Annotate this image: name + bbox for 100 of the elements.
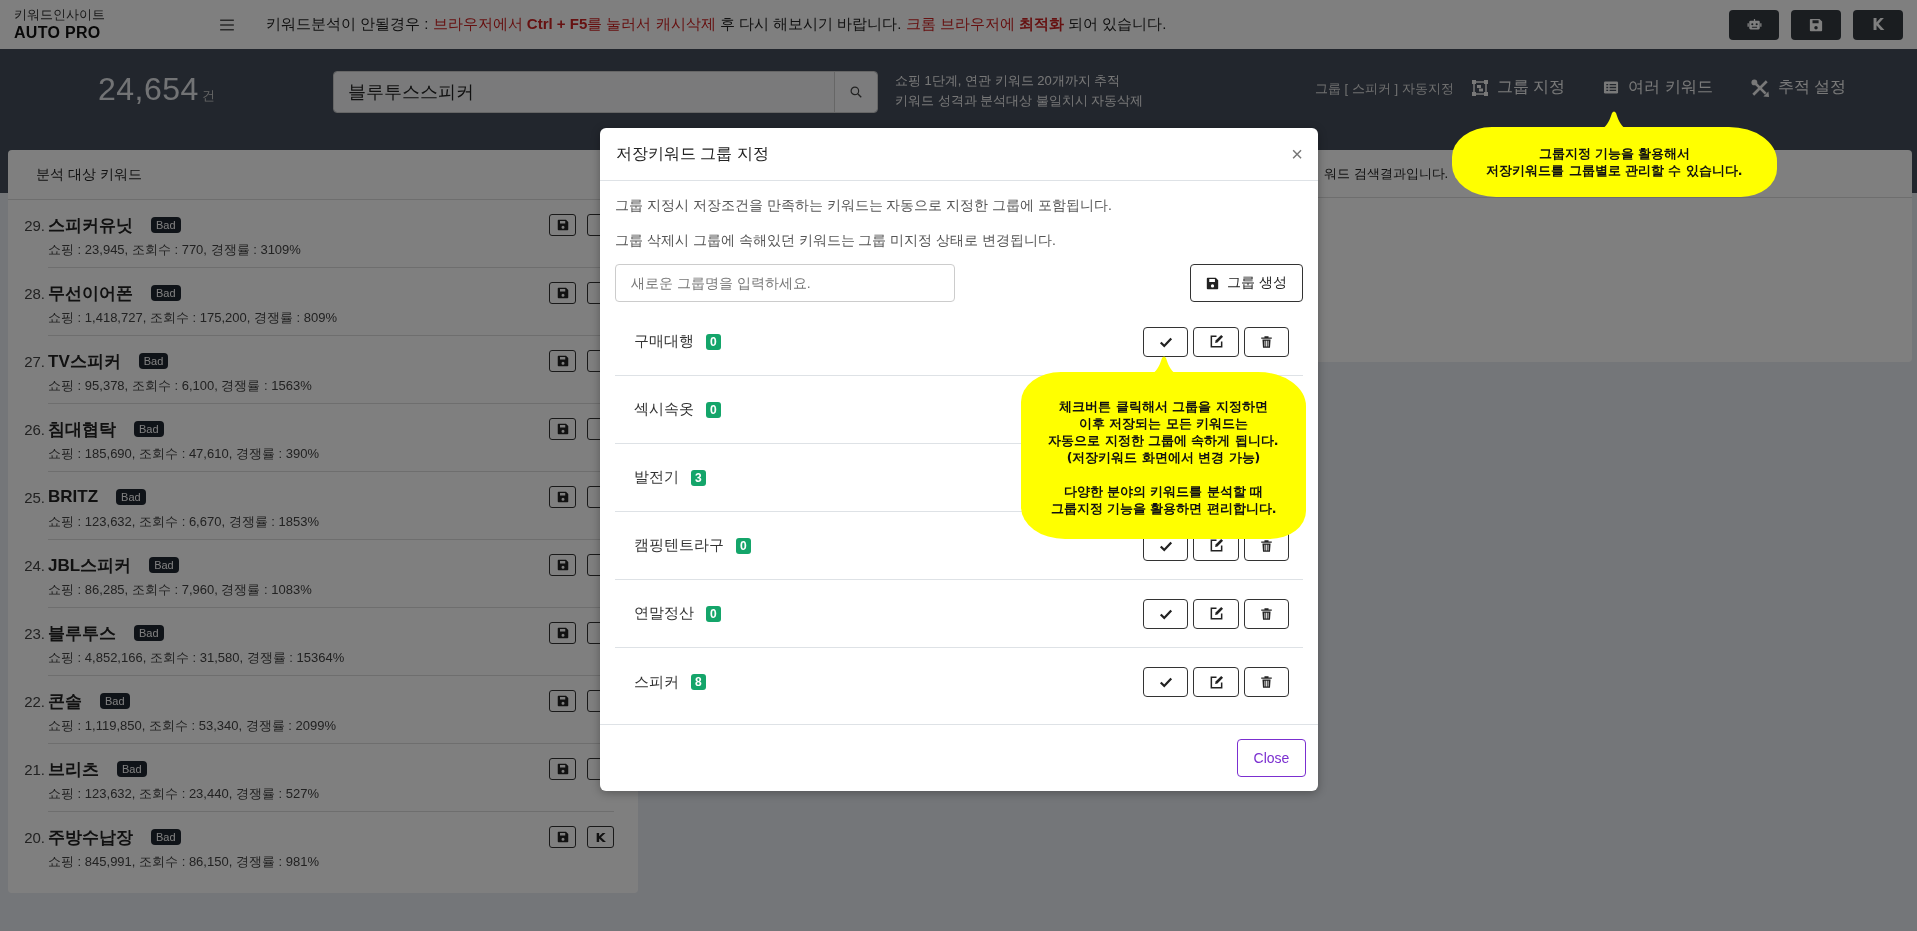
keyword-name[interactable]: 스피커유닛 [48,213,133,237]
keyword-name[interactable]: JBL스피커 [48,553,132,577]
keyword-name[interactable]: 무선이어폰 [48,281,133,305]
save-button[interactable] [549,282,576,304]
group-name: 연말정산 [634,604,694,623]
save-button[interactable] [549,758,576,780]
save-button[interactable] [549,622,576,644]
trash-icon [1260,334,1273,349]
trash-icon [1260,606,1273,621]
edit-icon [1208,538,1224,553]
keyword-name[interactable]: BRITZ [48,487,99,507]
keyword-stats: 쇼핑 : 123,632, 조회수 : 6,670, 경쟁률 : 1853% [48,513,320,531]
status-badge: Bad [151,285,181,301]
keyword-name[interactable]: TV스피커 [48,349,121,373]
save-button[interactable] [549,418,576,440]
panel-title: 분석 대상 키워드 [36,165,142,184]
keyword-name[interactable]: 주방수납장 [48,825,133,849]
keyword-name[interactable]: 블루투스 [48,621,116,645]
delete-button[interactable] [1244,326,1289,357]
logo-title: AUTO PRO [14,22,102,43]
status-badge: Bad [116,489,146,505]
save-button[interactable] [549,486,576,508]
save-icon [556,219,569,231]
count-badge: 0 [706,401,721,418]
dialog-title: 저장키워드 그룹 지정 [616,143,769,164]
count-badge: 0 [706,333,721,350]
k-button[interactable]: K [1853,9,1903,40]
menu-icon[interactable] [220,18,234,31]
notice-text: 키워드분석이 안될경우 : 브라우저에서 Ctrl + F5를 눌러서 캐시삭제 후 다시 해보시기 바랍니다. 크롬 브라우저에 최적화 되어 있습니다. [266,15,1168,34]
rank-number: 25. [23,488,46,508]
keyword-stats: 쇼핑 : 4,852,166, 조회수 : 31,580, 경쟁률 : 15364% [48,649,346,667]
rank-number: 26. [23,420,46,440]
save-icon [556,627,569,639]
keyword-stats: 쇼핑 : 23,945, 조회수 : 770, 경쟁률 : 3109% [48,241,302,259]
save-button[interactable] [549,554,576,576]
assign-button[interactable] [1143,598,1188,629]
edit-button[interactable] [1193,667,1239,697]
count-badge: 0 [706,605,721,622]
delete-button[interactable] [1244,667,1289,697]
status-badge: Bad [134,625,164,641]
close-button[interactable]: Close [1237,739,1306,777]
search-field[interactable]: 블루투스스피커 [333,71,878,113]
info-text: 키워드 성격과 분석대상 불일치시 자동삭제 [895,92,1145,110]
keyword-stats: 쇼핑 : 123,632, 조회수 : 23,440, 경쟁률 : 527% [48,785,320,803]
save-icon [556,831,569,843]
rank-number: 28. [23,284,46,304]
tools-icon [1750,78,1769,97]
save-icon [556,287,569,299]
header-link[interactable]: 그룹 지정 [1471,77,1566,98]
rank-number: 29. [23,216,46,236]
header-link[interactable]: 추적 설정 [1750,77,1847,98]
count-badge: 3 [691,469,706,486]
keyword-stats: 쇼핑 : 845,991, 조회수 : 86,150, 경쟁률 : 981% [48,853,320,871]
count-badge: 8 [691,674,706,690]
k-button[interactable]: K [587,826,614,848]
status-badge: Bad [151,217,181,233]
edit-button[interactable] [1193,326,1239,357]
rank-number: 27. [23,352,46,372]
auto-group-label: 그룹 [ 스피커 ] 자동지정 [1315,80,1454,98]
header-link[interactable]: 여러 키워드 [1603,77,1713,98]
save-button[interactable] [549,350,576,372]
keyword-name[interactable]: 브리츠 [48,757,99,781]
save-icon [556,423,569,435]
status-badge: Bad [134,421,164,437]
robot-button[interactable] [1729,9,1779,40]
keyword-stats: 쇼핑 : 185,690, 조회수 : 47,610, 경쟁률 : 390% [48,445,320,463]
info-text: 쇼핑 1단계, 연관 키워드 20개까지 추적 [895,72,1122,90]
assign-button[interactable] [1143,667,1188,697]
keyword-stats: 쇼핑 : 86,285, 조회수 : 7,960, 경쟁률 : 1083% [48,581,313,599]
status-badge: Bad [149,557,179,573]
save-icon [556,559,569,571]
save-button[interactable] [549,214,576,236]
callout-bubble: 그룹지정 기능을 활용해서 저장키워드를 그룹별로 관리할 수 있습니다. [1452,127,1777,197]
save-icon [556,355,569,367]
group-name-field[interactable]: 새로운 그룹명을 입력하세요. [615,264,955,302]
edit-icon [1208,606,1224,621]
rank-number: 21. [23,760,46,780]
save-button[interactable] [549,826,576,848]
close-button[interactable]: × [1291,144,1303,164]
create-group-button[interactable]: 그룹 생성 [1190,264,1303,302]
keyword-count: 24,654 [98,71,199,108]
edit-icon [1208,674,1224,690]
count-badge: 0 [736,537,751,554]
group-icon [1471,79,1488,96]
edit-button[interactable] [1193,598,1239,629]
save-button[interactable] [1791,9,1841,40]
keyword-name[interactable]: 침대협탁 [48,417,116,441]
result-caption: 워드 검색결과입니다. [1324,164,1449,183]
keyword-name[interactable]: 콘솔 [48,689,82,713]
status-badge: Bad [117,761,147,777]
group-name: 구매대행 [634,332,694,351]
callout-bubble: 체크버튼 클릭해서 그룹을 지정하면 이후 저장되는 모든 키워드는 자동으로 지정한 그룹에 속하게 됩니다. (저장키워드 화면에서 변경 가능) 다양한 분야의 키워드를 분석할 때 그룹지정 기능을 활용하면 편리합니다. [1021,372,1306,539]
rank-number: 23. [23,624,46,644]
save-button[interactable] [549,690,576,712]
edit-icon [1208,334,1224,349]
status-badge: Bad [100,693,130,709]
delete-button[interactable] [1244,598,1289,629]
status-badge: Bad [138,353,169,369]
assign-button[interactable] [1143,326,1188,357]
help-text: 그룹 지정시 저장조건을 만족하는 키워드는 자동으로 지정한 그룹에 포함됩니다. [615,196,1113,215]
